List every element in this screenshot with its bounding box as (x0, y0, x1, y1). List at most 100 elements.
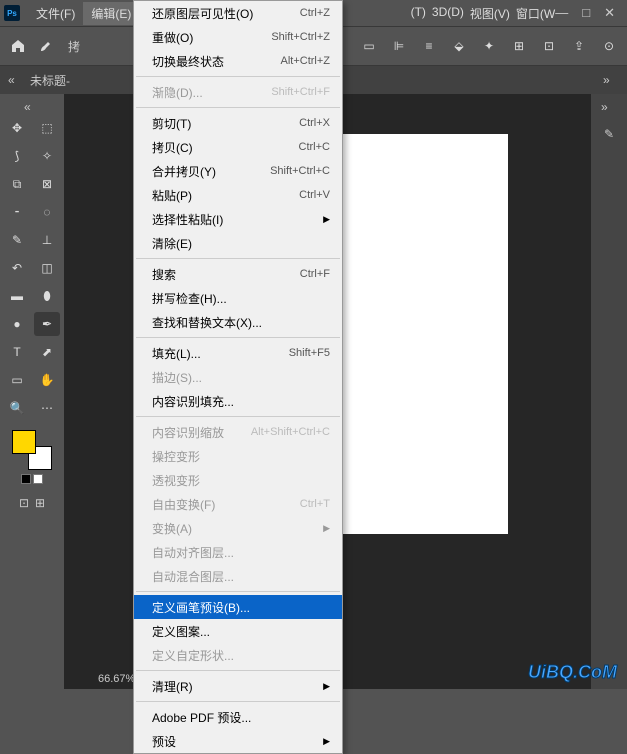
menu-separator (136, 337, 340, 338)
menu-3d[interactable]: 3D(D) (432, 5, 464, 22)
spot-heal-tool[interactable]: ◌ (34, 200, 60, 224)
menu-partial[interactable]: (T) (411, 5, 426, 22)
align-center-icon[interactable]: ≡ (419, 36, 439, 56)
panel-item-icon[interactable]: ✎ (597, 122, 621, 146)
menu-item-shortcut: Alt+Ctrl+Z (280, 55, 330, 67)
menu-item-label: 变换(A) (152, 520, 319, 537)
menu-item-label: 清理(R) (152, 678, 319, 695)
quickmask-icon[interactable]: ⊡ (19, 496, 29, 510)
move-tool[interactable]: ✥ (4, 116, 30, 140)
menu-item[interactable]: 选择性粘贴(I)▶ (134, 207, 342, 231)
menu-item-label: 操控变形 (152, 448, 330, 465)
menu-item: 操控变形 (134, 444, 342, 468)
search-icon[interactable]: ⊙ (599, 36, 619, 56)
default-swatches-icon[interactable] (21, 474, 43, 484)
screenmode-icon[interactable]: ⊞ (35, 496, 45, 510)
menu-view[interactable]: 视图(V) (470, 5, 510, 22)
minimize-button[interactable]: — (555, 5, 568, 21)
history-brush-tool[interactable]: ↶ (4, 256, 30, 280)
menu-item: 定义自定形状... (134, 643, 342, 667)
menu-item[interactable]: 定义图案... (134, 619, 342, 643)
3d-icon[interactable]: ⬙ (449, 36, 469, 56)
menu-item[interactable]: 清除(E) (134, 231, 342, 255)
reset-icon[interactable]: ⊡ (539, 36, 559, 56)
menu-item-label: 透视变形 (152, 472, 330, 489)
gear-icon[interactable]: ✦ (479, 36, 499, 56)
stamp-tool[interactable]: ⊥ (34, 228, 60, 252)
tab-chevron-right-icon[interactable]: » (603, 73, 619, 87)
submenu-arrow-icon: ▶ (323, 736, 330, 747)
watermark: UiBQ.CoM (528, 662, 617, 683)
pen-tool[interactable]: ✒ (34, 312, 60, 336)
panel-collapse-icon[interactable]: » (601, 100, 617, 114)
grid-icon[interactable]: ⊞ (509, 36, 529, 56)
menu-item[interactable]: 内容识别填充... (134, 389, 342, 413)
gradient-tool[interactable]: ▬ (4, 284, 30, 308)
document-tab[interactable]: 未标题- (24, 69, 76, 92)
menu-item[interactable]: 清理(R)▶ (134, 674, 342, 698)
tab-chevron-left-icon[interactable]: « (8, 73, 24, 87)
marquee-tool[interactable]: ⬚ (34, 116, 60, 140)
menu-item-shortcut: Shift+Ctrl+F (271, 86, 330, 98)
menu-item-label: 定义自定形状... (152, 647, 330, 664)
menu-item[interactable]: 粘贴(P)Ctrl+V (134, 183, 342, 207)
menu-item[interactable]: 切换最终状态Alt+Ctrl+Z (134, 49, 342, 73)
zoom-tool[interactable]: 🔍 (4, 396, 30, 420)
menu-window[interactable]: 窗口(W (516, 5, 555, 22)
menu-item[interactable]: 预设 ▶ (134, 729, 342, 753)
menu-item-label: 预设 (152, 733, 319, 750)
menu-item: 描边(S)... (134, 365, 342, 389)
brush-preset-icon[interactable] (36, 36, 56, 56)
maximize-button[interactable]: □ (582, 5, 590, 21)
home-icon[interactable] (8, 36, 28, 56)
lasso-tool[interactable]: ⟆ (4, 144, 30, 168)
menu-file[interactable]: 文件(F) (28, 2, 83, 25)
zoom-level[interactable]: 66.67% (98, 673, 135, 685)
foreground-swatch[interactable] (12, 430, 36, 454)
menu-item[interactable]: Adobe PDF 预设... (134, 705, 342, 729)
more-tools[interactable]: ⋯ (34, 396, 60, 420)
menu-item-label: 清除(E) (152, 235, 330, 252)
menu-item-label: 自动对齐图层... (152, 544, 330, 561)
menu-item: 内容识别缩放Alt+Shift+Ctrl+C (134, 420, 342, 444)
type-tool[interactable]: T (4, 340, 30, 364)
eraser-tool[interactable]: ◫ (34, 256, 60, 280)
menu-item[interactable]: 还原图层可见性(O)Ctrl+Z (134, 1, 342, 25)
eyedropper-tool[interactable]: ⁃ (4, 200, 30, 224)
menu-item[interactable]: 剪切(T)Ctrl+X (134, 111, 342, 135)
menu-item-label: 切换最终状态 (152, 53, 280, 70)
menu-item-shortcut: Alt+Shift+Ctrl+C (251, 426, 330, 438)
path-select-tool[interactable]: ⬈ (34, 340, 60, 364)
menu-item-label: 查找和替换文本(X)... (152, 314, 330, 331)
menu-item[interactable]: 重做(O)Shift+Ctrl+Z (134, 25, 342, 49)
menu-item[interactable]: 拼写检查(H)... (134, 286, 342, 310)
blur-tool[interactable]: ⬮ (34, 284, 60, 308)
frame-tool[interactable]: ⊠ (34, 172, 60, 196)
crop-tool[interactable]: ⧉ (4, 172, 30, 196)
menu-item[interactable]: 合并拷贝(Y)Shift+Ctrl+C (134, 159, 342, 183)
menu-item[interactable]: 填充(L)...Shift+F5 (134, 341, 342, 365)
brush-tool[interactable]: ✎ (4, 228, 30, 252)
menu-item-label: 搜索 (152, 266, 300, 283)
color-swatches[interactable] (12, 430, 52, 470)
dodge-tool[interactable]: ● (4, 312, 30, 336)
menu-edit[interactable]: 编辑(E) (83, 2, 139, 25)
menu-item[interactable]: 拷贝(C)Ctrl+C (134, 135, 342, 159)
shape-tool[interactable]: ▭ (4, 368, 30, 392)
menu-item-label: 选择性粘贴(I) (152, 211, 319, 228)
wand-tool[interactable]: ✧ (34, 144, 60, 168)
menu-item-label: 自动混合图层... (152, 568, 330, 585)
tools-collapse-icon[interactable]: « (24, 100, 40, 114)
menu-item[interactable]: 定义画笔预设(B)... (134, 595, 342, 619)
close-button[interactable]: ✕ (604, 5, 615, 21)
menu-item-shortcut: Ctrl+X (299, 117, 330, 129)
menu-item[interactable]: 搜索Ctrl+F (134, 262, 342, 286)
menu-item[interactable]: 查找和替换文本(X)... (134, 310, 342, 334)
hand-tool[interactable]: ✋ (34, 368, 60, 392)
menu-item-shortcut: Ctrl+F (300, 268, 330, 280)
menu-separator (136, 591, 340, 592)
share-icon[interactable]: ⇪ (569, 36, 589, 56)
align-left-icon[interactable]: ⊫ (389, 36, 409, 56)
align-icon[interactable]: ▭ (359, 36, 379, 56)
tools-panel: « ✥ ⬚ ⟆ ✧ ⧉ ⊠ ⁃ ◌ ✎ ⊥ ↶ ◫ ▬ ⬮ ● ✒ T ⬈ ▭ … (0, 94, 64, 689)
